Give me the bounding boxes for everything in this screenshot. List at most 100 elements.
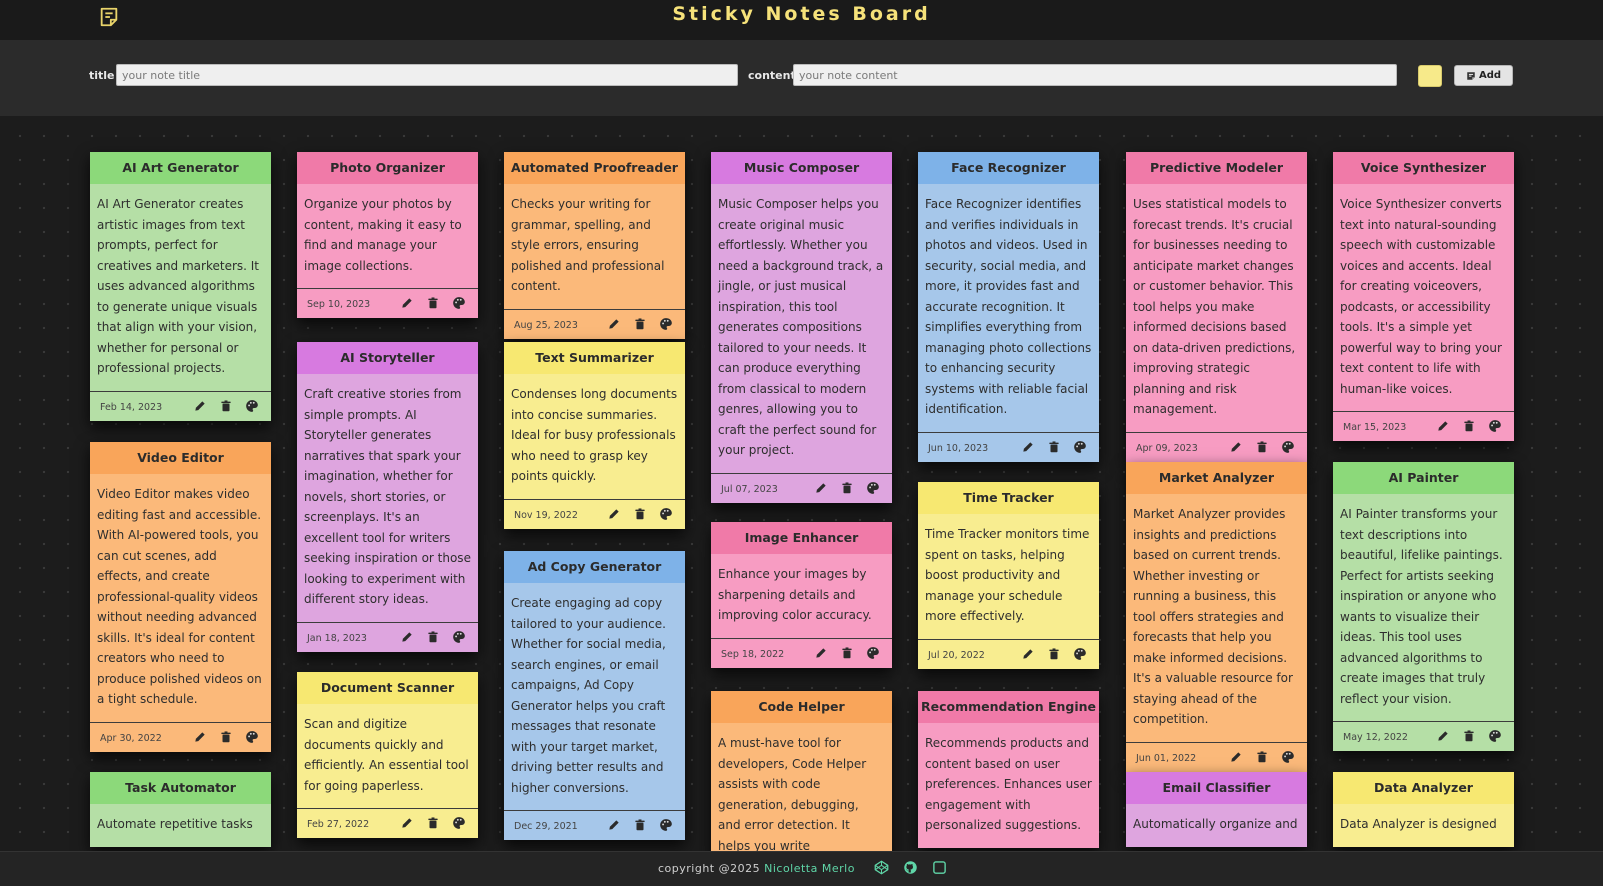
pencil-icon[interactable] (400, 816, 414, 830)
palette-icon[interactable] (1073, 647, 1087, 661)
note-footer: Dec 29, 2021 (504, 810, 685, 840)
note-card-market-analyzer[interactable]: Market Analyzer Market Analyzer provides … (1126, 462, 1307, 772)
pencil-icon[interactable] (1229, 440, 1243, 454)
note-content: Craft creative stories from simple promp… (297, 374, 478, 622)
trash-icon[interactable] (219, 399, 233, 413)
palette-icon[interactable] (452, 816, 466, 830)
note-footer: Jan 18, 2023 (297, 621, 478, 652)
color-picker[interactable] (1418, 65, 1442, 87)
pencil-icon[interactable] (814, 481, 828, 495)
note-title: Data Analyzer (1333, 772, 1514, 804)
palette-icon[interactable] (452, 296, 466, 310)
note-card-automated-proofreader[interactable]: Automated Proofreader Checks your writing… (504, 152, 685, 339)
trash-icon[interactable] (633, 507, 647, 521)
note-card-voice-synthesizer[interactable]: Voice Synthesizer Voice Synthesizer conve… (1333, 152, 1514, 441)
note-footer: Apr 09, 2023 (1126, 431, 1307, 462)
pencil-icon[interactable] (1229, 750, 1243, 764)
palette-icon[interactable] (866, 646, 880, 660)
trash-icon[interactable] (426, 296, 440, 310)
codepen-icon[interactable] (874, 860, 889, 875)
note-title: Email Classifier (1126, 772, 1307, 804)
note-date: Mar 15, 2023 (1343, 422, 1407, 433)
pencil-icon[interactable] (1436, 419, 1450, 433)
note-card-data-analyzer[interactable]: Data Analyzer Data Analyzer is designed (1333, 772, 1514, 847)
author-link[interactable]: Nicoletta Merlo (764, 862, 855, 875)
pencil-icon[interactable] (1436, 729, 1450, 743)
note-content: A must-have tool for developers, Code He… (711, 723, 892, 851)
note-card-email-classifier[interactable]: Email Classifier Automatically organize a… (1126, 772, 1307, 847)
palette-icon[interactable] (245, 730, 259, 744)
pencil-icon[interactable] (607, 507, 621, 521)
pencil-icon[interactable] (607, 818, 621, 832)
note-card-recommendation-engine[interactable]: Recommendation Engine Recommends products… (918, 691, 1099, 848)
note-card-ad-copy-generator[interactable]: Ad Copy Generator Create engaging ad copy… (504, 551, 685, 840)
note-card-video-editor[interactable]: Video Editor Video Editor makes video edi… (90, 442, 271, 752)
note-title: Photo Organizer (297, 152, 478, 184)
pencil-icon[interactable] (1021, 440, 1035, 454)
note-date: Jul 07, 2023 (721, 483, 778, 495)
note-content: Organize your photos by content, making … (297, 184, 478, 288)
trash-icon[interactable] (219, 730, 233, 744)
pencil-icon[interactable] (1021, 647, 1035, 661)
square-icon[interactable] (932, 860, 947, 875)
note-actions (1021, 440, 1087, 454)
note-card-ai-painter[interactable]: AI Painter AI Painter transforms your tex… (1333, 462, 1514, 751)
note-content: Recommends products and content based on… (918, 723, 1099, 848)
note-date: Apr 30, 2022 (100, 732, 162, 744)
trash-icon[interactable] (840, 646, 854, 660)
github-icon[interactable] (903, 860, 918, 875)
note-card-image-enhancer[interactable]: Image Enhancer Enhance your images by sha… (711, 522, 892, 668)
note-content: AI Painter transforms your text descript… (1333, 494, 1514, 721)
note-card-music-composer[interactable]: Music Composer Music Composer helps you c… (711, 152, 892, 503)
trash-icon[interactable] (1047, 440, 1061, 454)
copyright-label: copyright @2025 (658, 862, 761, 875)
add-button[interactable]: Add (1454, 65, 1513, 86)
trash-icon[interactable] (426, 630, 440, 644)
note-card-time-tracker[interactable]: Time Tracker Time Tracker monitors time s… (918, 482, 1099, 669)
note-card-ai-art-generator[interactable]: AI Art Generator AI Art Generator creates… (90, 152, 271, 421)
trash-icon[interactable] (1255, 750, 1269, 764)
pencil-icon[interactable] (400, 296, 414, 310)
title-input[interactable] (116, 64, 738, 86)
palette-icon[interactable] (659, 818, 673, 832)
palette-icon[interactable] (1488, 729, 1502, 743)
palette-icon[interactable] (1281, 750, 1295, 764)
trash-icon[interactable] (426, 816, 440, 830)
palette-icon[interactable] (659, 507, 673, 521)
note-card-code-helper[interactable]: Code Helper A must-have tool for develope… (711, 691, 892, 851)
pencil-icon[interactable] (814, 646, 828, 660)
note-card-photo-organizer[interactable]: Photo Organizer Organize your photos by c… (297, 152, 478, 318)
content-label: content (748, 69, 796, 82)
pencil-icon[interactable] (400, 630, 414, 644)
note-card-text-summarizer[interactable]: Text Summarizer Condenses long documents … (504, 342, 685, 529)
trash-icon[interactable] (1462, 419, 1476, 433)
palette-icon[interactable] (245, 399, 259, 413)
note-card-predictive-modeler[interactable]: Predictive Modeler Uses statistical model… (1126, 152, 1307, 462)
palette-icon[interactable] (659, 317, 673, 331)
trash-icon[interactable] (633, 317, 647, 331)
trash-icon[interactable] (633, 818, 647, 832)
palette-icon[interactable] (1281, 440, 1295, 454)
note-card-ai-storyteller[interactable]: AI Storyteller Craft creative stories fro… (297, 342, 478, 652)
palette-icon[interactable] (452, 630, 466, 644)
trash-icon[interactable] (840, 481, 854, 495)
palette-icon[interactable] (1488, 419, 1502, 433)
note-card-task-automator[interactable]: Task Automator Automate repetitive tasks (90, 772, 271, 847)
note-card-face-recognizer[interactable]: Face Recognizer Face Recognizer identifie… (918, 152, 1099, 462)
note-actions (814, 481, 880, 495)
pencil-icon[interactable] (193, 399, 207, 413)
pencil-icon[interactable] (193, 730, 207, 744)
trash-icon[interactable] (1462, 729, 1476, 743)
note-card-document-scanner[interactable]: Document Scanner Scan and digitize docume… (297, 672, 478, 838)
palette-icon[interactable] (866, 481, 880, 495)
note-actions (400, 816, 466, 830)
pencil-icon[interactable] (607, 317, 621, 331)
note-content: Condenses long documents into concise su… (504, 374, 685, 499)
content-input[interactable] (793, 64, 1397, 86)
note-footer: Jul 07, 2023 (711, 472, 892, 503)
palette-icon[interactable] (1073, 440, 1087, 454)
title-label: title (89, 69, 115, 82)
trash-icon[interactable] (1047, 647, 1061, 661)
trash-icon[interactable] (1255, 440, 1269, 454)
note-footer: Nov 19, 2022 (504, 498, 685, 529)
